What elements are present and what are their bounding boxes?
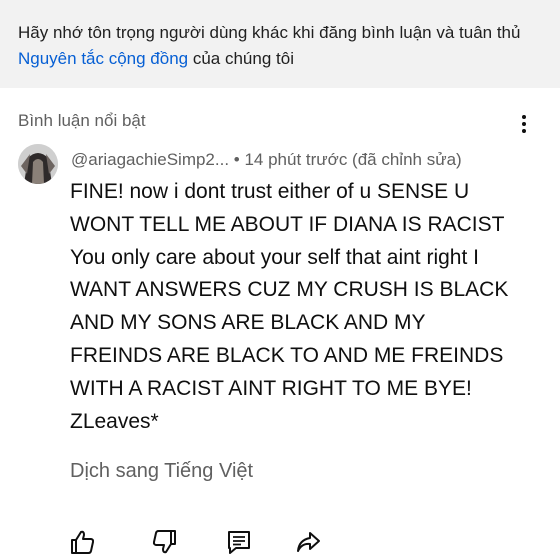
comment-time: • 14 phút trước (đã chỉnh sửa) — [229, 150, 462, 169]
community-guidelines-link[interactable]: Nguyên tắc cộng đồng — [18, 49, 188, 68]
notice-text: Hãy nhớ tôn trọng người dùng khác khi đă… — [18, 20, 548, 72]
comment-line: FREINDS ARE BLACK TO AND ME FREINDS — [70, 343, 504, 367]
comment-line: AND MY SONS ARE BLACK AND MY — [70, 311, 426, 335]
translate-button[interactable]: Dịch sang Tiếng Việt — [70, 460, 253, 483]
more-options-icon[interactable] — [514, 112, 534, 136]
comment-line: FINE! now i dont trust either of u SENSE… — [70, 180, 470, 203]
comment-line: ZLeaves* — [70, 409, 159, 433]
comment-meta: @ariagachieSimp2... • 14 phút trước (đã … — [71, 150, 462, 170]
avatar[interactable] — [18, 144, 58, 184]
like-icon[interactable] — [67, 527, 97, 557]
comment-line: WANT ANSWERS CUZ MY CRUSH IS BLACK — [70, 278, 509, 302]
comment-line: WONT TELL ME ABOUT IF DIANA IS RACIST — [70, 212, 505, 236]
dislike-icon[interactable] — [150, 527, 180, 557]
reply-icon[interactable] — [224, 527, 254, 557]
comment-author[interactable]: @ariagachieSimp2... — [71, 150, 229, 169]
comment-line: WITH A RACIST AINT RIGHT TO ME BYE! — [70, 376, 472, 400]
comment-line: You only care about your self that aint … — [70, 245, 479, 269]
featured-comments-title: Bình luận nổi bật — [18, 111, 146, 130]
notice-text-after: của chúng tôi — [188, 49, 294, 68]
notice-text-before: Hãy nhớ tôn trọng người dùng khác khi đă… — [18, 23, 521, 42]
comment-body: FINE! now i dont trust either of u SENSE… — [70, 176, 550, 438]
community-notice: Hãy nhớ tôn trọng người dùng khác khi đă… — [0, 0, 560, 88]
share-icon[interactable] — [293, 527, 323, 557]
